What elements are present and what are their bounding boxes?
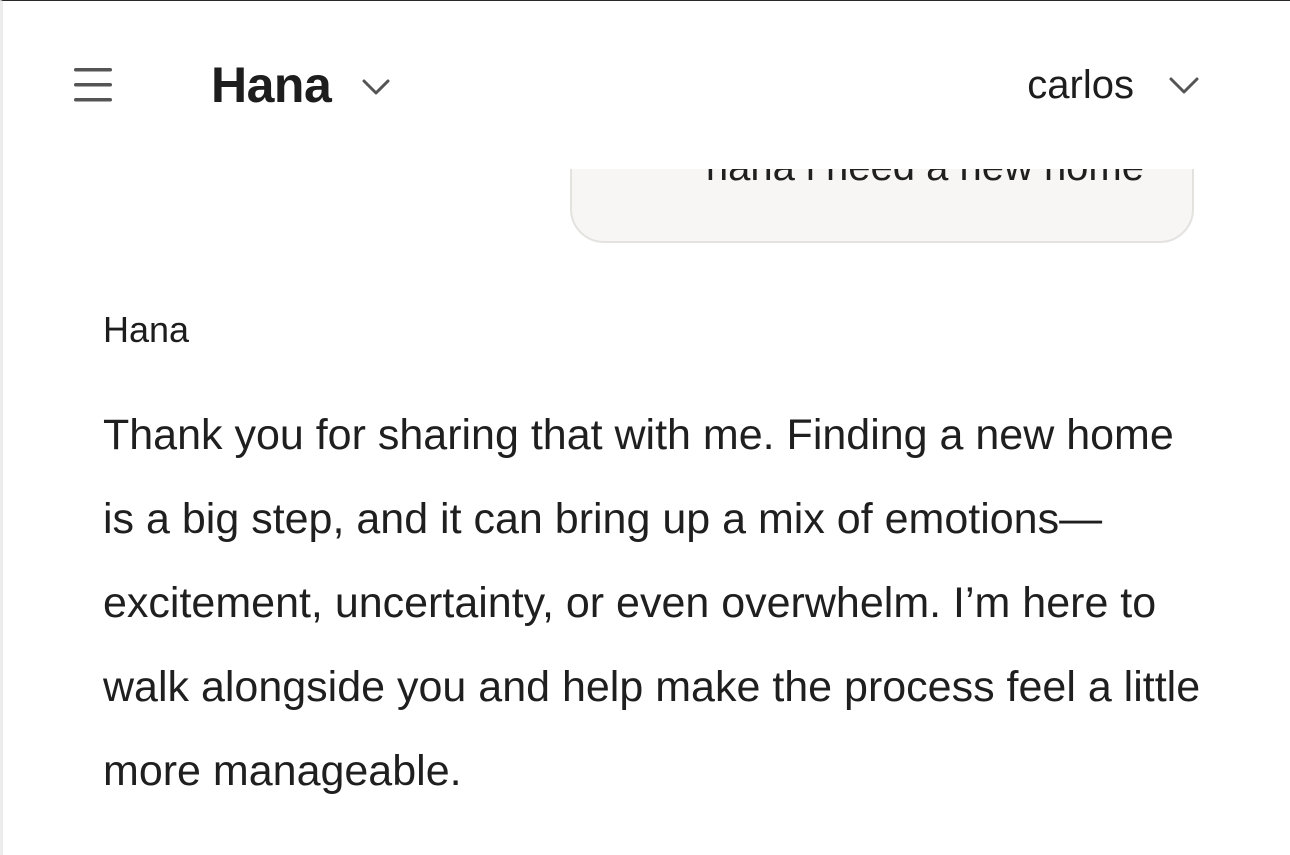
assistant-message-text: Thank you for sharing that with me. Find… bbox=[103, 411, 1201, 795]
chevron-down-icon bbox=[1169, 77, 1199, 94]
hamburger-menu-icon bbox=[74, 68, 112, 102]
user-name: carlos bbox=[1027, 62, 1134, 107]
hamburger-menu-button[interactable] bbox=[71, 65, 115, 105]
assistant-name-label: Hana bbox=[103, 309, 190, 350]
chevron-down-icon bbox=[362, 79, 390, 95]
top-bar: Hana carlos bbox=[3, 1, 1290, 169]
agent-selector[interactable]: Hana bbox=[211, 53, 391, 117]
user-account-selector[interactable]: carlos bbox=[1027, 59, 1200, 111]
app-window: hana i need a new home Hana Thank you fo… bbox=[0, 0, 1290, 855]
agent-name: Hana bbox=[211, 57, 332, 113]
